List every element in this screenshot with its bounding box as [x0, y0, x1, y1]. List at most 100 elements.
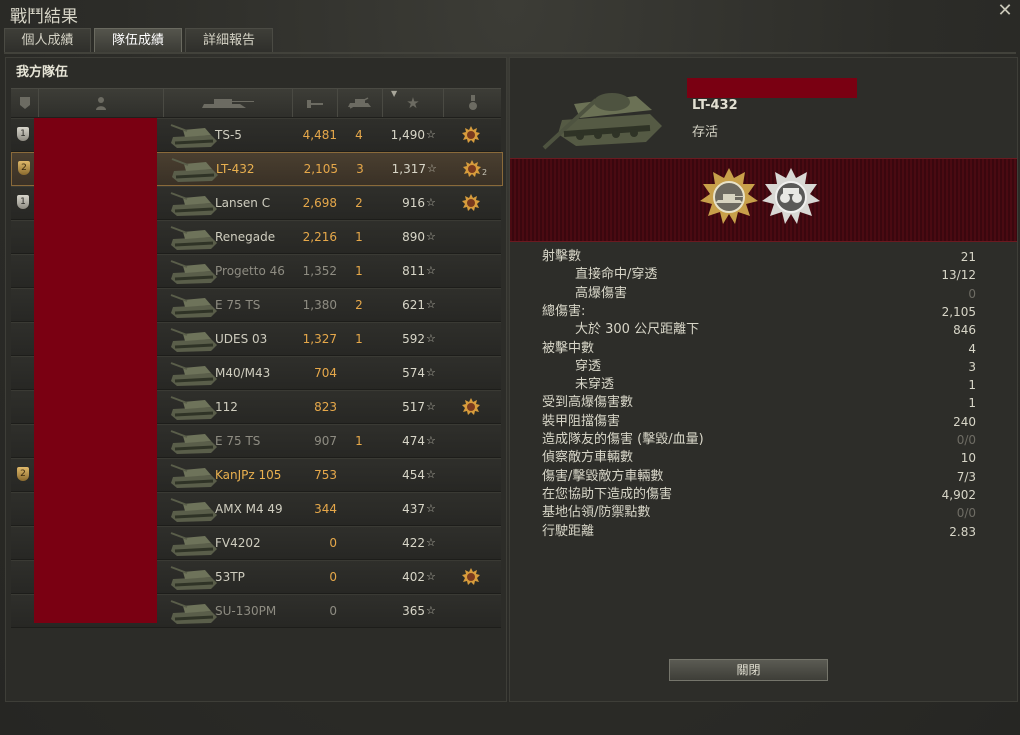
damage-value: 1,327 [302, 332, 337, 346]
damage-value: 2,698 [302, 196, 337, 210]
close-window-icon[interactable]: ✕ [996, 2, 1014, 20]
xp-star-icon: ☆ [426, 128, 436, 141]
stat-value: 2.83 [949, 524, 976, 539]
tab-team[interactable]: 隊伍成績 [94, 28, 182, 53]
vehicle-name: E 75 TS [215, 434, 261, 448]
stat-row: 基地佔領/防禦點數 0/0 [542, 504, 976, 522]
xp-star-icon: ☆ [426, 434, 436, 447]
platoon-column-icon[interactable] [11, 89, 39, 117]
vehicle-name: TS-5 [215, 128, 242, 142]
stat-row: 行駛距離 2.83 [542, 523, 976, 541]
stat-value: 21 [960, 250, 976, 264]
damage-value: 1,380 [302, 298, 337, 312]
stat-value: 7/3 [956, 469, 976, 484]
stat-row: 受到高爆傷害數 1 [542, 394, 976, 412]
platoon-badge-icon: 2 [18, 161, 30, 175]
kills-value: 1 [355, 332, 363, 346]
vehicle-name: 112 [215, 400, 238, 414]
gold-tank-medal-icon[interactable] [698, 166, 760, 228]
stat-label: 造成隊友的傷害 (擊毀/血量) [542, 432, 704, 447]
xp-value: 402 [402, 570, 425, 584]
kills-value [349, 527, 369, 559]
damage-column-icon[interactable] [293, 89, 338, 117]
xp-column-icon[interactable]: ▼ ★ [383, 89, 444, 117]
stat-label: 裝甲阻擋傷害 [542, 413, 621, 429]
kills-value [349, 561, 369, 593]
title-bar: 戰鬥結果 ✕ [0, 0, 1020, 28]
stat-label: 基地佔領/防禦點數 [542, 505, 651, 521]
vehicle-thumbnail [170, 498, 217, 522]
kills-value: 4 [355, 128, 363, 142]
stat-label: 直接命中/穿透 [575, 267, 658, 283]
xp-star-icon: ☆ [426, 536, 436, 549]
xp-star-icon: ☆ [426, 196, 436, 209]
damage-value: 1,352 [302, 264, 337, 278]
vehicle-thumbnail [170, 226, 217, 250]
tab-detailed-report[interactable]: 詳細報告 [185, 28, 273, 53]
medal-icon[interactable] [463, 160, 481, 178]
detail-vehicle-name: LT-432 [692, 98, 738, 113]
kills-value: 1 [355, 264, 363, 278]
vehicle-column-icon[interactable] [164, 89, 293, 117]
stat-row: 被擊中數 4 [542, 340, 976, 358]
battle-results-window: 戰鬥結果 ✕ 個人成績 隊伍成績 詳細報告 我方隊伍 ▼ ★ 1 TS-5 4,… [0, 0, 1020, 735]
xp-value: 916 [402, 196, 425, 210]
xp-value: 454 [402, 468, 425, 482]
redacted-player-names [34, 118, 157, 623]
xp-star-icon: ☆ [427, 162, 437, 175]
damage-value: 0 [329, 536, 337, 550]
vehicle-thumbnail [170, 396, 217, 420]
vehicle-name: KanJPz 105 [215, 468, 282, 482]
damage-value: 753 [314, 468, 337, 482]
team-title: 我方隊伍 [16, 65, 69, 80]
stat-label: 穿透 [575, 358, 602, 374]
medal-icon[interactable] [462, 126, 480, 144]
stat-label: 大於 300 公尺距離下 [575, 322, 700, 338]
tab-personal[interactable]: 個人成績 [4, 28, 91, 53]
xp-value: 890 [402, 230, 425, 244]
medal-icon[interactable] [462, 398, 480, 416]
medal-count: 2 [482, 168, 488, 177]
vehicle-name: Renegade [215, 230, 276, 244]
stat-label: 偵察敵方車輛數 [542, 450, 634, 466]
damage-value: 907 [314, 434, 337, 448]
medal-icon[interactable] [462, 194, 480, 212]
xp-star-icon: ☆ [426, 366, 436, 379]
damage-value: 823 [314, 400, 337, 414]
vehicle-thumbnail [170, 260, 217, 284]
close-button[interactable]: 關閉 [669, 659, 828, 681]
xp-value: 517 [402, 400, 425, 414]
medal-icon[interactable] [462, 568, 480, 586]
medal-column-icon[interactable] [444, 89, 501, 117]
vehicle-thumbnail [170, 362, 217, 386]
xp-star-icon: ☆ [426, 502, 436, 515]
vehicle-name: Progetto 46 [215, 264, 285, 278]
stat-label: 射擊數 [542, 249, 582, 264]
sort-arrow-icon: ▼ [391, 89, 398, 98]
stat-row: 裝甲阻擋傷害 240 [542, 413, 976, 431]
stat-value: 0/0 [956, 506, 976, 521]
player-column-icon[interactable] [39, 89, 164, 117]
xp-value: 422 [402, 536, 425, 550]
xp-star-icon: ☆ [426, 230, 436, 243]
stat-value: 846 [953, 323, 976, 338]
platoon-badge-icon: 2 [17, 467, 29, 481]
kills-value: 2 [355, 196, 363, 210]
stat-value: 2,105 [941, 304, 976, 319]
xp-value: 365 [402, 604, 425, 618]
vehicle-thumbnail [170, 566, 217, 590]
xp-star-icon: ☆ [426, 264, 436, 277]
vehicle-thumbnail [170, 430, 217, 454]
silver-scout-medal-icon[interactable] [760, 166, 822, 228]
kills-value: 1 [355, 230, 363, 244]
stat-value: 0 [968, 286, 976, 301]
vehicle-name: LT-432 [216, 162, 255, 176]
damage-value: 2,216 [302, 230, 337, 244]
vehicle-name: SU-130PM [215, 604, 277, 618]
kills-value: 1 [355, 434, 363, 448]
stat-row: 偵察敵方車輛數 10 [542, 449, 976, 467]
stat-value: 4,902 [941, 487, 976, 502]
stat-value: 3 [968, 359, 976, 374]
damage-value: 344 [314, 502, 337, 516]
kills-column-icon[interactable] [338, 89, 383, 117]
